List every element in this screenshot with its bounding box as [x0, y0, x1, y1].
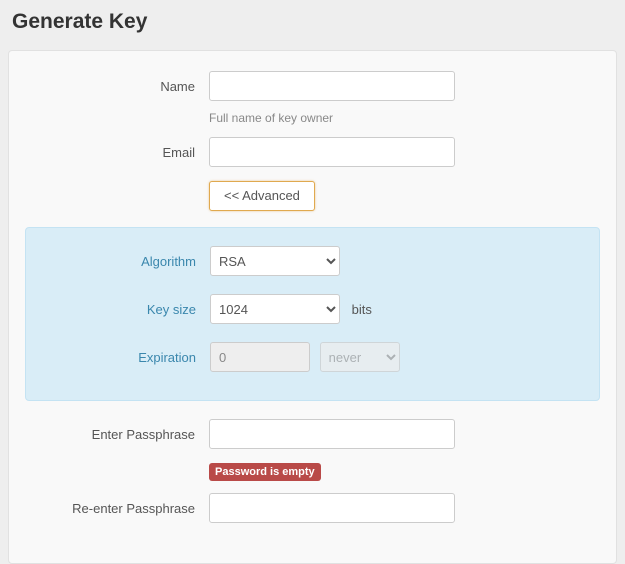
advanced-toggle-button[interactable]: << Advanced: [209, 181, 315, 211]
algorithm-row: Algorithm RSA: [26, 246, 599, 276]
passphrase-confirm-row: Re-enter Passphrase: [9, 493, 616, 523]
key-size-select[interactable]: 1024: [210, 294, 340, 324]
expiration-row: Expiration never: [26, 342, 599, 372]
algorithm-label: Algorithm: [26, 254, 210, 269]
email-input[interactable]: [209, 137, 455, 167]
key-size-unit: bits: [352, 302, 372, 317]
generate-key-panel: Name Full name of key owner Email << Adv…: [8, 50, 617, 564]
name-label: Name: [9, 79, 209, 94]
passphrase-input[interactable]: [209, 419, 455, 449]
expiration-unit-select: never: [320, 342, 400, 372]
name-row: Name: [9, 71, 616, 101]
key-size-label: Key size: [26, 302, 210, 317]
passphrase-confirm-label: Re-enter Passphrase: [9, 501, 209, 516]
email-row: Email: [9, 137, 616, 167]
key-size-row: Key size 1024 bits: [26, 294, 599, 324]
passphrase-label: Enter Passphrase: [9, 427, 209, 442]
expiration-label: Expiration: [26, 350, 210, 365]
passphrase-row: Enter Passphrase: [9, 419, 616, 449]
name-help-text: Full name of key owner: [209, 111, 616, 125]
expiration-input: [210, 342, 310, 372]
passphrase-error-badge: Password is empty: [209, 463, 321, 481]
page-title: Generate Key: [12, 10, 625, 34]
advanced-section: Algorithm RSA Key size 1024 bits Expirat…: [25, 227, 600, 401]
algorithm-select[interactable]: RSA: [210, 246, 340, 276]
passphrase-confirm-input[interactable]: [209, 493, 455, 523]
email-label: Email: [9, 145, 209, 160]
name-input[interactable]: [209, 71, 455, 101]
